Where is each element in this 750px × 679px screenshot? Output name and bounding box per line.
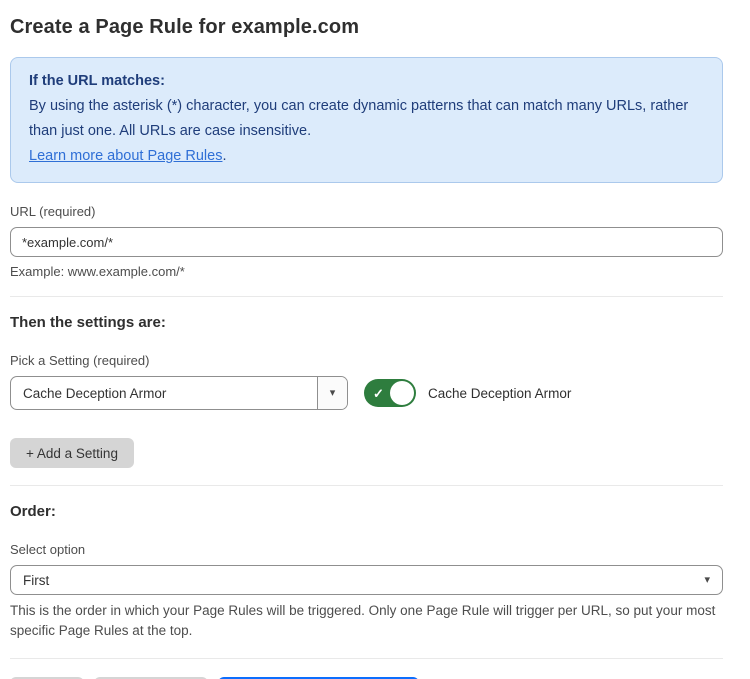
setting-select-value: Cache Deception Armor bbox=[11, 386, 317, 401]
url-example-hint: Example: www.example.com/* bbox=[10, 264, 723, 279]
link-suffix: . bbox=[222, 148, 226, 164]
select-option-label: Select option bbox=[10, 542, 723, 557]
url-label: URL (required) bbox=[10, 204, 723, 219]
setting-row: Cache Deception Armor ▾ ✓ Cache Deceptio… bbox=[10, 376, 723, 410]
info-box-body: By using the asterisk (*) character, you… bbox=[29, 94, 704, 144]
setting-select-caret-segment[interactable]: ▾ bbox=[317, 377, 347, 409]
chevron-down-icon: ▾ bbox=[704, 575, 710, 586]
pick-setting-label: Pick a Setting (required) bbox=[10, 353, 723, 368]
setting-toggle[interactable]: ✓ bbox=[364, 379, 416, 407]
url-input[interactable] bbox=[10, 227, 723, 257]
create-page-rule-form: Create a Page Rule for example.com If th… bbox=[0, 0, 750, 679]
add-setting-button[interactable]: + Add a Setting bbox=[10, 438, 134, 468]
settings-section-heading: Then the settings are: bbox=[10, 314, 723, 331]
setting-toggle-label: Cache Deception Armor bbox=[428, 386, 571, 401]
toggle-knob bbox=[390, 381, 414, 405]
setting-select[interactable]: Cache Deception Armor ▾ bbox=[10, 376, 348, 410]
chevron-down-icon: ▾ bbox=[330, 388, 336, 399]
info-box-heading: If the URL matches: bbox=[29, 69, 704, 94]
section-divider bbox=[10, 658, 723, 659]
section-divider bbox=[10, 485, 723, 486]
order-select-value: First bbox=[11, 573, 704, 588]
url-match-info-box: If the URL matches: By using the asteris… bbox=[10, 57, 723, 183]
section-divider bbox=[10, 296, 723, 297]
order-help-text: This is the order in which your Page Rul… bbox=[10, 601, 723, 641]
info-box-link-line: Learn more about Page Rules. bbox=[29, 144, 704, 169]
order-section-heading: Order: bbox=[10, 503, 723, 520]
order-select[interactable]: First ▾ bbox=[10, 565, 723, 595]
page-title: Create a Page Rule for example.com bbox=[10, 16, 723, 39]
learn-more-link[interactable]: Learn more about Page Rules bbox=[29, 148, 222, 164]
check-icon: ✓ bbox=[373, 387, 384, 400]
